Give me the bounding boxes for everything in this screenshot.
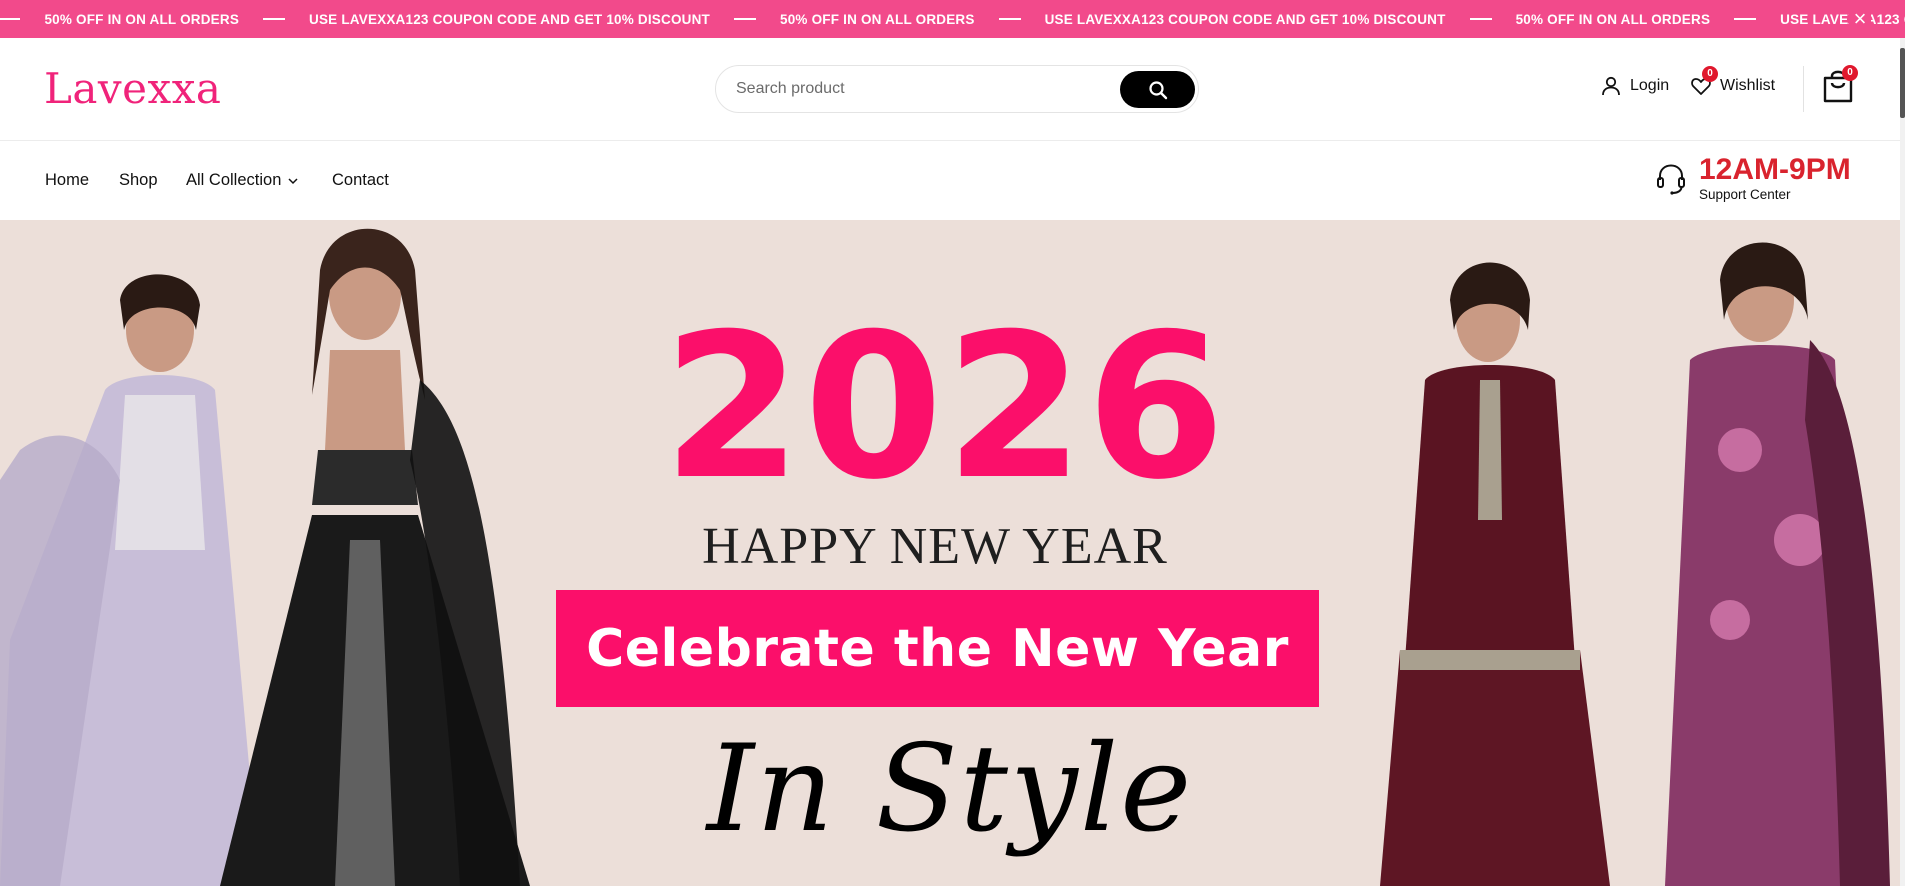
nav-all-collection[interactable]: All Collection — [186, 171, 300, 190]
ticker-separator — [1469, 18, 1492, 20]
ticker-separator — [0, 18, 21, 20]
chevron-down-icon — [288, 177, 298, 184]
page-scrollbar[interactable] — [1900, 38, 1905, 886]
hero-subtitle: HAPPY NEW YEAR — [702, 518, 1168, 575]
site-logo[interactable]: Lavexxa — [44, 64, 221, 113]
login-label: Login — [1630, 77, 1670, 94]
scrollbar-thumb[interactable] — [1900, 48, 1905, 118]
headset-icon — [1657, 163, 1685, 195]
cart-count-badge: 0 — [1842, 65, 1858, 81]
nav-shop-label: Shop — [119, 171, 158, 189]
announcement-bar: T 50% OFF IN ON ALL ORDERS USE LAVEXXA12… — [0, 0, 1905, 38]
main-nav: Home Shop All Collection Contact 12AM-9P… — [0, 141, 1900, 220]
search-icon — [1148, 80, 1167, 99]
hero-script-text: In Style — [706, 720, 1194, 859]
hero-cta-banner: Celebrate the New Year — [556, 590, 1319, 707]
hero-banner[interactable]: 2026 HAPPY NEW YEAR Celebrate the New Ye… — [0, 220, 1900, 886]
site-header: Lavexxa Login 0 Wishlist 0 — [0, 38, 1900, 141]
close-icon[interactable]: × — [1849, 8, 1871, 30]
user-icon — [1602, 76, 1620, 96]
nav-all-collection-label: All Collection — [186, 171, 282, 189]
nav-contact-label: Contact — [332, 171, 389, 189]
ticker-separator — [263, 18, 286, 20]
nav-shop[interactable]: Shop — [119, 171, 158, 190]
hero-year: 2026 — [662, 291, 1228, 524]
nav-home[interactable]: Home — [45, 171, 89, 190]
support-hours: 12AM-9PM — [1699, 153, 1851, 186]
announcement-text: 50% OFF IN ON ALL ORDERS — [1515, 11, 1711, 27]
announcement-text: 50% OFF IN ON ALL ORDERS — [780, 11, 975, 27]
search-input[interactable] — [736, 66, 1116, 112]
login-link[interactable]: Login — [1600, 75, 1669, 97]
nav-contact[interactable]: Contact — [332, 171, 389, 190]
announcement-text: USE LAVEXXA123 COUPON CODE AND GET 10% D… — [309, 11, 711, 27]
search-bar — [715, 65, 1199, 113]
header-divider — [1803, 66, 1804, 112]
wishlist-label: Wishlist — [1720, 77, 1776, 94]
support-label: Support Center — [1699, 187, 1791, 202]
announcement-text: 50% OFF IN ON ALL ORDERS — [44, 11, 240, 27]
wishlist-link[interactable]: 0 Wishlist — [1690, 66, 1776, 97]
ticker-separator — [1734, 18, 1757, 20]
hero-banner-text: Celebrate the New Year — [586, 618, 1289, 679]
support-info: 12AM-9PM Support Center — [1699, 153, 1851, 203]
cart-button[interactable]: 0 — [1822, 65, 1858, 108]
search-button[interactable] — [1120, 71, 1195, 108]
ticker-separator — [734, 18, 757, 20]
announcement-text: USE LAVEXXA123 COUPON CODE AND GET 10% D… — [1044, 11, 1446, 27]
wishlist-count-badge: 0 — [1702, 66, 1718, 82]
ticker-separator — [998, 18, 1021, 20]
announcement-ticker: T 50% OFF IN ON ALL ORDERS USE LAVEXXA12… — [0, 0, 1905, 38]
support-center: 12AM-9PM Support Center — [1655, 155, 1851, 202]
announcement-text: USE LAVEXXA123 C — [1780, 11, 1905, 27]
nav-home-label: Home — [45, 171, 90, 189]
